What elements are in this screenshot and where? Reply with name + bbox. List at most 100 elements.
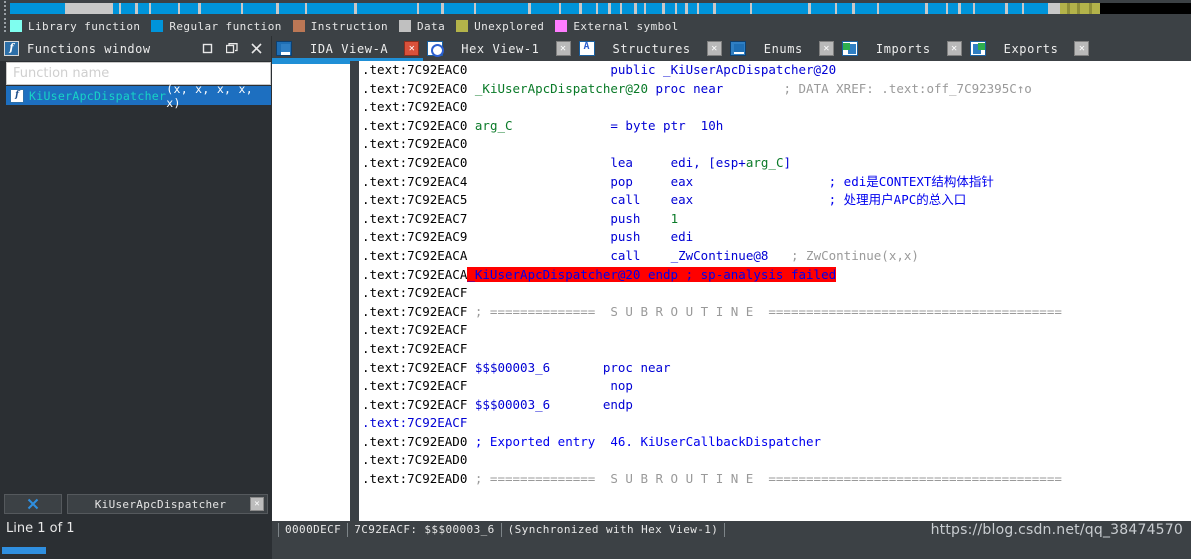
code-token: public [610,62,656,77]
status-cell: 0000DECF [278,523,349,537]
disassembly-line[interactable]: .text:7C92EAC0 public _KiUserApcDispatch… [359,61,1191,80]
disassembly-gutter [350,61,359,527]
clear-filter-button[interactable] [4,494,62,514]
disassembly-line[interactable]: .text:7C92EAC5 call eax ; 处理用户APC的总入口 [359,191,1191,210]
tab-label: Hex View-1 [461,41,540,56]
legend-label: Library function [28,19,141,33]
disassembly-line[interactable]: .text:7C92EACF [359,414,1191,433]
operand-identifier: arg_C [474,117,513,133]
functions-window-buttons [202,43,271,54]
navband-segment [279,2,305,14]
disassembly-line[interactable]: .text:7C92EACF [359,340,1191,359]
code-token: nop [610,378,633,394]
view-left-margin [272,61,350,527]
navband-segment [677,2,685,14]
legend-label: Data [417,19,446,33]
navigation-band-container [0,0,1191,16]
line-address: .text:7C92EACF [362,285,468,301]
tab-close-icon[interactable]: ✕ [946,41,962,56]
navband-segment [1048,2,1060,14]
tab-close-icon[interactable]: ✕ [555,41,571,56]
tab-hex-view-1[interactable]: Hex View-1 ✕ [423,36,574,61]
tab-close-icon[interactable]: ✕ [404,41,420,56]
disassembly-line[interactable]: .text:7C92EAC0 _KiUserApcDispatcher@20 p… [359,80,1191,99]
function-filter-field[interactable]: KiUserApcDispatcher ✕ [67,494,268,514]
disassembly-line[interactable]: .text:7C92EAC0 arg_C = byte ptr 10h [359,117,1191,136]
navband-segment [1100,2,1191,14]
line-address: .text:7C92EACA [362,266,468,282]
line-address: .text:7C92EAD0 [362,452,468,468]
legend-label: Regular function [169,19,282,33]
legend-item-unexplored: Unexplored [456,20,544,33]
tab-structures[interactable]: Structures ✕ [575,36,726,61]
line-address: .text:7C92EAD0 [362,471,468,487]
disassembly-line[interactable]: .text:7C92EACA_KiUserApcDispatcher@20 en… [359,266,1191,285]
disassembly-line[interactable]: .text:7C92EAC4 pop eax ; edi是CONTEXT结构体指… [359,173,1191,192]
disassembly-line[interactable]: .text:7C92EACF $$$00003_6 endp [359,396,1191,415]
filter-clear-icon[interactable]: ✕ [250,497,264,511]
disassembly-line[interactable]: .text:7C92EACF ; ============== S U B R … [359,303,1191,322]
disassembly-line[interactable]: .text:7C92EAD0 [359,451,1191,470]
disassembly-line[interactable]: .text:7C92EAC0 lea edi, [esp+arg_C] [359,154,1191,173]
legend-drag-grip[interactable] [0,16,10,36]
operand-identifier: 1 [670,210,679,226]
navband-segment [1024,2,1048,14]
doc-icon [276,41,292,56]
auto-comment: ; ============== S U B R O U T I N E ===… [467,303,1062,319]
tab-imports[interactable]: Imports ✕ [838,36,966,61]
code-token: $$$00003_6 [474,359,551,375]
close-icon[interactable] [251,43,262,54]
ida-view-a-panel: .text:7C92EAC0 public _KiUserApcDispatch… [272,61,1191,527]
functions-list[interactable]: f KiUserApcDispatcher (x, x, x, x, x) [6,82,271,497]
navband-segment [622,2,634,14]
function-list-item[interactable]: f KiUserApcDispatcher (x, x, x, x, x) [6,82,271,110]
disassembly-line[interactable]: .text:7C92EACF nop [359,377,1191,396]
restore-icon[interactable] [226,43,238,54]
disassembly-area[interactable]: .text:7C92EAC0 public _KiUserApcDispatch… [350,61,1191,527]
navband-segment [961,2,973,14]
legend-swatch-icon [292,20,305,32]
navband-segment [611,2,620,14]
functions-horizontal-scrollbar[interactable] [0,543,272,559]
line-address: .text:7C92EACF [362,322,468,338]
disassembly-line[interactable]: .text:7C92EAC0 [359,98,1191,117]
tab-label: Enums [763,41,803,56]
disassembly-line[interactable]: .text:7C92EACF [359,321,1191,340]
tab-ida-view-a[interactable]: IDA View-A ✕ [272,36,424,61]
disassembly-line[interactable]: .text:7C92EAC9 push edi [359,228,1191,247]
disassembly-line[interactable]: .text:7C92EACA call _ZwContinue@8 ; ZwCo… [359,247,1191,266]
function-name-placeholder: Function name [13,66,110,81]
legend-swatch-icon [399,20,411,32]
navband-segment [357,2,417,14]
legend-item-data: Data [399,20,445,33]
navband-drag-grip[interactable] [0,0,10,16]
operand-identifier: arg_C [745,154,784,170]
functions-panel: Function name f KiUserApcDispatcher (x, x,… [0,61,272,559]
user-comment: ; Exported entry 46. KiUserCallbackDispa… [467,433,822,449]
navband-segment [201,2,241,14]
line-address: .text:7C92EAC9 [362,229,468,245]
disassembly-line[interactable]: .text:7C92EAD0 ; Exported entry 46. KiUs… [359,433,1191,452]
navband-segment [1080,2,1089,14]
disassembly-line[interactable]: .text:7C92EAC7 push 1 [359,210,1191,229]
maximize-icon[interactable] [202,43,213,54]
tab-close-icon[interactable]: ✕ [1074,41,1090,56]
navigation-band[interactable] [10,2,1191,14]
tab-close-icon[interactable]: ✕ [706,41,722,56]
disassembly-line[interactable]: .text:7C92EACF $$$00003_6 proc near [359,359,1191,378]
tab-exports[interactable]: Exports ✕ [966,36,1094,61]
disassembly-line[interactable]: .text:7C92EACF [359,284,1191,303]
legend-label: External symbol [573,19,679,33]
tab-enums[interactable]: Enums ✕ [726,36,838,61]
tab-close-icon[interactable]: ✕ [818,41,834,56]
legend-item-external-symbol: External symbol [555,20,678,33]
disassembly-line[interactable]: .text:7C92EAD0 ; ============== S U B R … [359,470,1191,489]
disassembly-line[interactable]: .text:7C92EAC0 [359,135,1191,154]
disassembly-lines[interactable]: .text:7C92EAC0 public _KiUserApcDispatch… [359,61,1191,489]
